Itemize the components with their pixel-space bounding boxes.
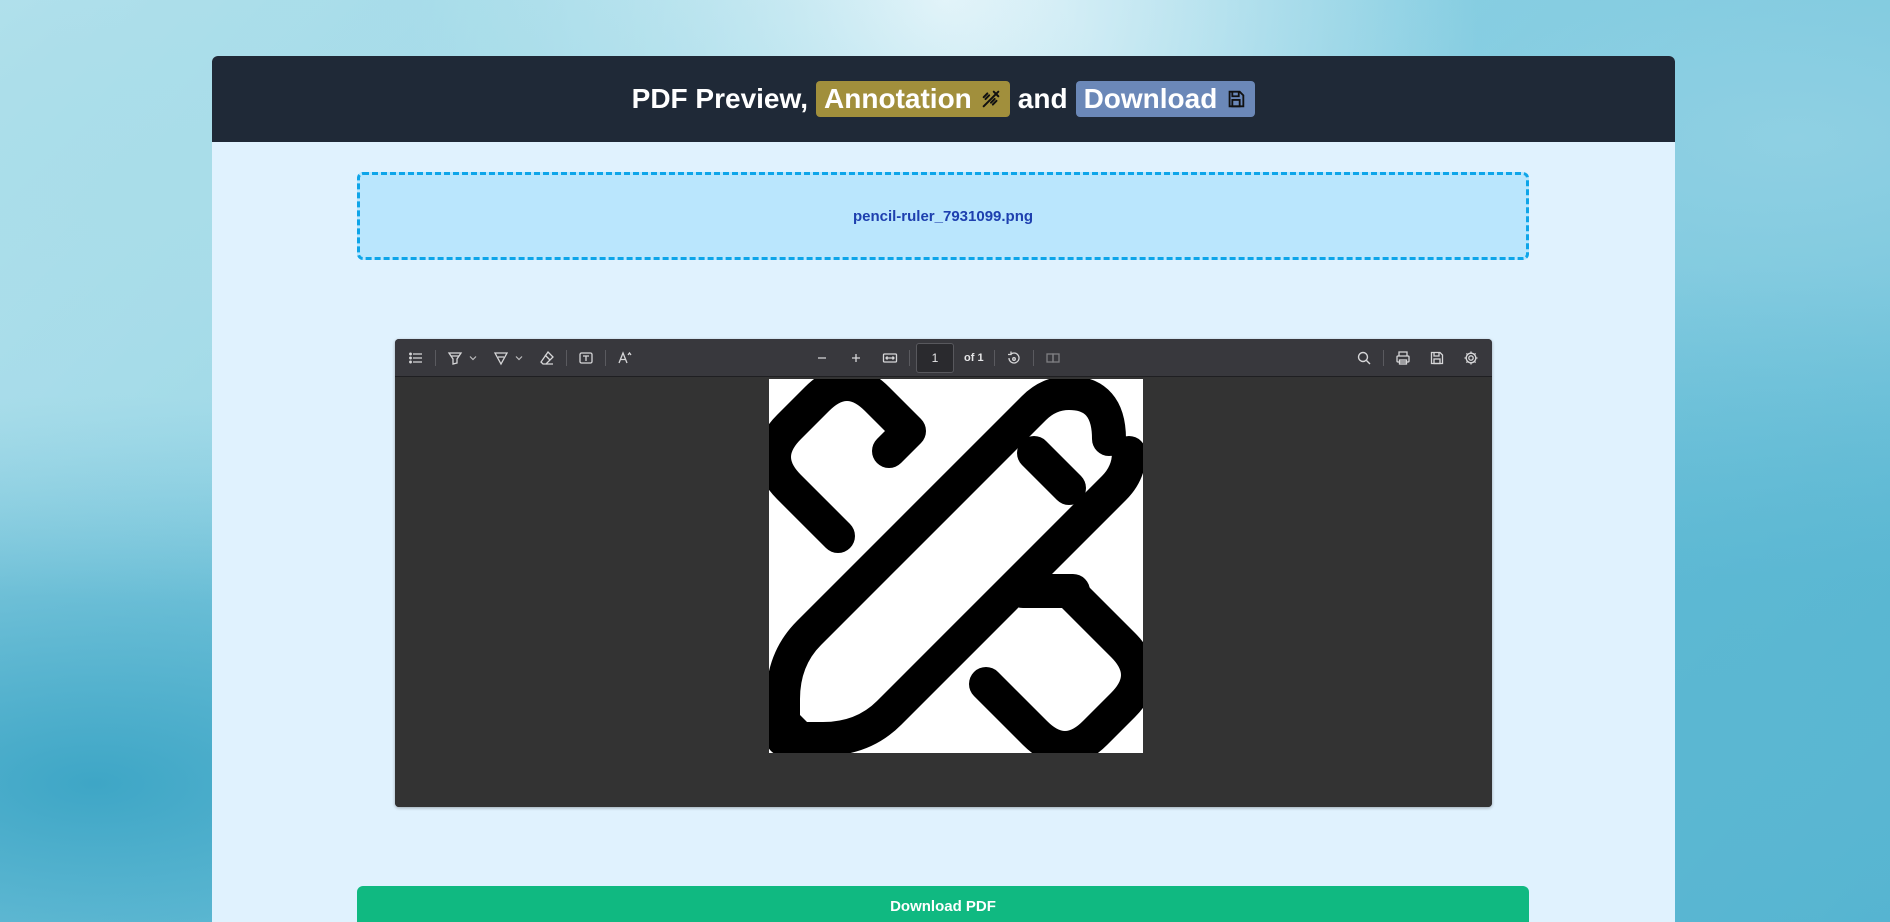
sidebar-toggle-icon[interactable] — [403, 345, 429, 371]
fit-width-icon[interactable] — [877, 345, 903, 371]
pencil-ruler-icon — [982, 90, 1000, 108]
toolbar-separator — [1383, 350, 1384, 366]
toolbar-right-group — [1351, 339, 1484, 377]
toolbar-separator — [605, 350, 606, 366]
toolbar-separator — [909, 350, 910, 366]
viewer-canvas[interactable] — [395, 378, 1492, 807]
pencil-ruler-image — [769, 379, 1143, 753]
file-dropzone[interactable]: pencil-ruler_7931099.png — [357, 172, 1529, 260]
zoom-out-icon[interactable] — [809, 345, 835, 371]
draw-icon[interactable] — [488, 345, 514, 371]
pdf-page — [769, 379, 1143, 753]
save-icon[interactable] — [1424, 345, 1450, 371]
settings-gear-icon[interactable] — [1458, 345, 1484, 371]
viewer-toolbar: of 1 — [395, 339, 1492, 377]
zoom-in-icon[interactable] — [843, 345, 869, 371]
main-card: PDF Preview, Annotation and Download pen… — [212, 56, 1675, 922]
dropzone-filename: pencil-ruler_7931099.png — [852, 207, 1034, 225]
text-box-icon[interactable] — [573, 345, 599, 371]
chevron-down-icon[interactable] — [514, 345, 526, 371]
print-icon[interactable] — [1390, 345, 1416, 371]
page-title-conjunction: and — [1017, 83, 1068, 114]
annotation-badge: Annotation — [816, 81, 1010, 117]
font-size-icon[interactable] — [612, 345, 638, 371]
page-total-label: of 1 — [964, 352, 984, 364]
download-label: Download — [1083, 83, 1218, 114]
search-icon[interactable] — [1351, 345, 1377, 371]
download-pdf-button[interactable]: Download PDF — [357, 886, 1529, 922]
pdf-viewer: of 1 — [395, 339, 1492, 807]
annotation-label: Annotation — [824, 83, 972, 114]
toolbar-separator — [993, 350, 995, 366]
page-number-input[interactable] — [916, 343, 954, 373]
toolbar-separator — [1032, 350, 1034, 366]
toolbar-left-group — [403, 339, 638, 377]
save-icon — [1228, 90, 1245, 108]
download-badge: Download — [1075, 81, 1256, 117]
highlight-icon[interactable] — [442, 345, 468, 371]
toolbar-center-group: of 1 — [809, 339, 1066, 377]
page-title-prefix: PDF Preview, — [631, 83, 809, 114]
chevron-down-icon[interactable] — [468, 345, 480, 371]
rotate-icon[interactable] — [1001, 345, 1027, 371]
toolbar-separator — [566, 350, 567, 366]
toolbar-separator — [435, 350, 436, 366]
page-layout-icon[interactable] — [1040, 345, 1066, 371]
page-header: PDF Preview, Annotation and Download — [212, 56, 1675, 142]
eraser-icon[interactable] — [534, 345, 560, 371]
